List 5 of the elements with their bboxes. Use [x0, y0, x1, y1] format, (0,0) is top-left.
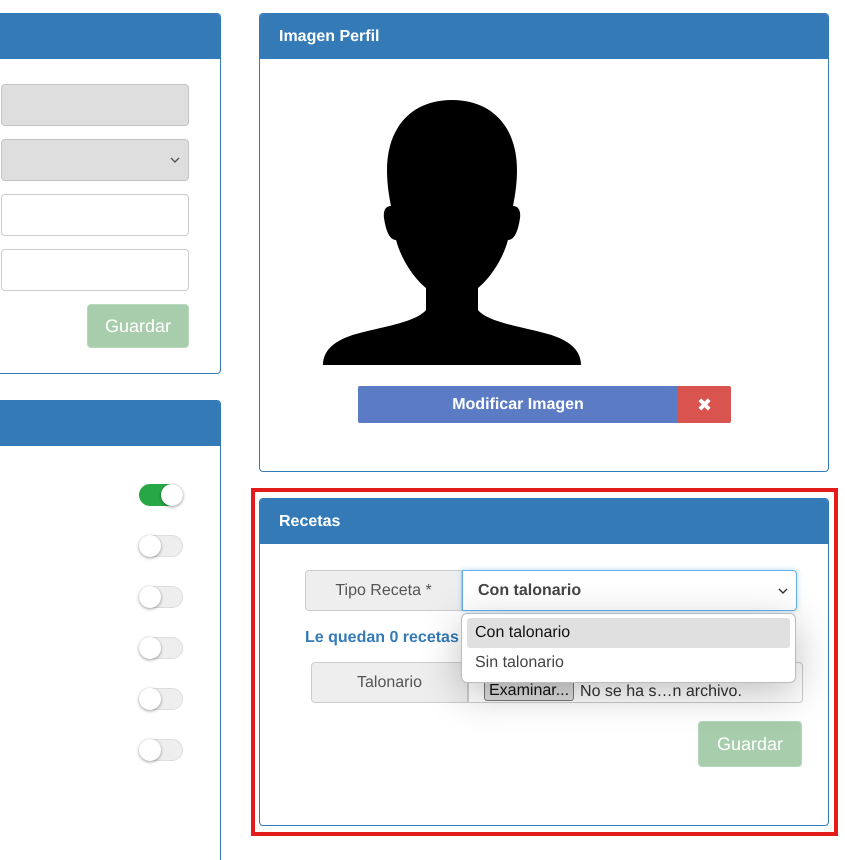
panel-title: Imagen Perfil	[279, 28, 380, 46]
remaining-text: Le quedan 0 recetas	[305, 629, 459, 647]
panel-title: Recetas	[279, 512, 340, 530]
field-label: Talonario	[311, 662, 468, 703]
field-label: Tipo Receta *	[305, 570, 462, 611]
